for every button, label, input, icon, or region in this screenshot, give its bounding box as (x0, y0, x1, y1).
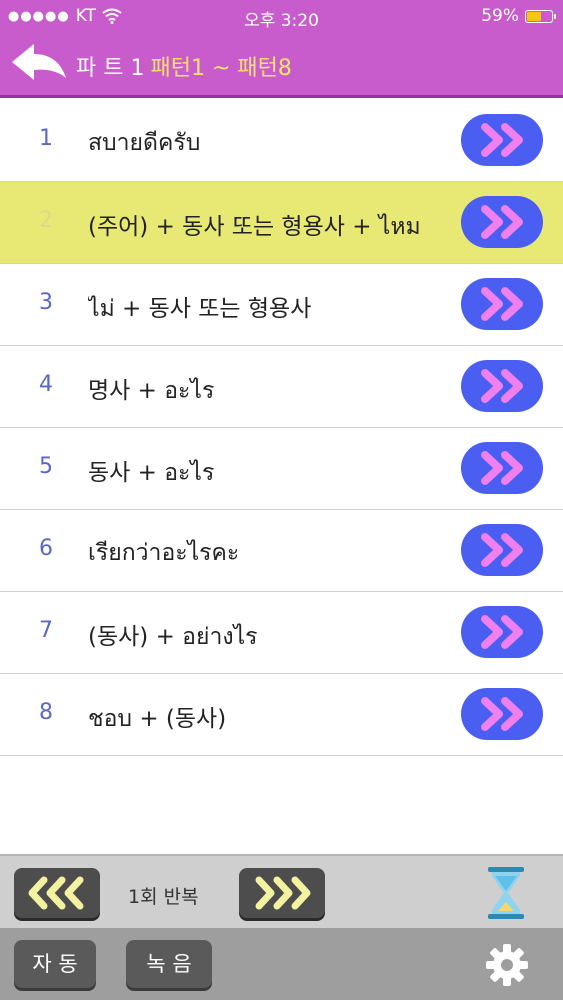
play-pattern-button[interactable] (461, 196, 543, 248)
play-pattern-button[interactable] (461, 606, 543, 658)
play-pattern-button[interactable] (461, 688, 543, 740)
pattern-text: (동사) + อย่างไร (88, 624, 258, 650)
pattern-number: 4 (39, 372, 53, 397)
double-chevron-right-icon (481, 697, 523, 731)
pattern-number: 5 (39, 454, 53, 479)
pattern-row[interactable]: 3 ไม่ + 동사 또는 형용사 (0, 264, 563, 346)
nav-bar: 파 트 1 패턴1 ~ 패턴8 (0, 32, 563, 98)
pattern-number: 1 (39, 126, 53, 151)
settings-button[interactable] (484, 942, 530, 988)
pattern-row[interactable]: 2 (주어) + 동사 또는 형용사 + ไหม (0, 182, 563, 264)
pattern-text: เรียกว่าอะไรคะ (88, 540, 240, 566)
pattern-row[interactable]: 8 ชอบ + (동사) (0, 674, 563, 756)
pattern-row[interactable]: 6 เรียกว่าอะไรคะ (0, 510, 563, 592)
battery-percent: 59% (481, 6, 519, 26)
double-chevron-right-icon (481, 451, 523, 485)
record-button[interactable]: 녹 음 (126, 940, 212, 988)
pattern-row[interactable]: 1 สบายดีครับ (0, 100, 563, 182)
pattern-range-label: 패턴1 ~ 패턴8 (150, 56, 292, 81)
bottom-bar: 자 동 녹 음 (0, 928, 563, 1000)
pattern-number: 6 (39, 536, 53, 561)
battery-icon (525, 9, 556, 23)
pattern-number: 2 (39, 208, 53, 233)
pattern-text: 동사 + อะไร (88, 460, 215, 486)
auto-play-button[interactable]: 자 동 (14, 940, 96, 988)
pattern-text: ไม่ + 동사 또는 형용사 (88, 296, 312, 322)
double-chevron-right-icon (481, 123, 523, 157)
gear-icon (486, 944, 528, 986)
status-right: 59% (481, 6, 556, 26)
pattern-number: 8 (39, 700, 53, 725)
part-label: 파 트 1 (76, 56, 145, 81)
pattern-text: สบายดีครับ (88, 130, 201, 156)
triple-chevron-right-icon (255, 876, 311, 910)
play-pattern-button[interactable] (461, 278, 543, 330)
double-chevron-right-icon (481, 205, 523, 239)
pattern-text: 명사 + อะไร (88, 378, 215, 404)
pattern-row[interactable]: 5 동사 + อะไร (0, 428, 563, 510)
play-pattern-button[interactable] (461, 442, 543, 494)
back-button[interactable] (10, 40, 68, 86)
status-bar: ●●●●● KT 오후 3:20 59% (0, 0, 563, 32)
pattern-text: ชอบ + (동사) (88, 706, 227, 732)
pattern-row[interactable]: 4 명사 + อะไร (0, 346, 563, 428)
pattern-list: 1 สบายดีครับ 2 (주어) + 동사 또는 형용사 + ไหม 3 ไม่ +… (0, 100, 563, 756)
next-button[interactable] (239, 868, 325, 918)
status-time: 오후 3:20 (244, 11, 319, 31)
timer-button[interactable] (486, 866, 526, 920)
play-pattern-button[interactable] (461, 114, 543, 166)
pattern-number: 7 (39, 618, 53, 643)
play-pattern-button[interactable] (461, 360, 543, 412)
pattern-number: 3 (39, 290, 53, 315)
play-pattern-button[interactable] (461, 524, 543, 576)
playback-toolbar: 1회 반복 (0, 854, 563, 928)
triple-chevron-left-icon (28, 876, 84, 910)
double-chevron-right-icon (481, 287, 523, 321)
double-chevron-right-icon (481, 615, 523, 649)
repeat-count-label: 1회 반복 (128, 886, 199, 908)
double-chevron-right-icon (481, 533, 523, 567)
page-title: 파 트 1 패턴1 ~ 패턴8 (76, 50, 292, 82)
double-chevron-right-icon (481, 369, 523, 403)
pattern-text: (주어) + 동사 또는 형용사 + ไหม (88, 214, 421, 240)
battery-fill (527, 11, 541, 21)
pattern-row[interactable]: 7 (동사) + อย่างไร (0, 592, 563, 674)
previous-button[interactable] (14, 868, 100, 918)
hourglass-icon (488, 867, 524, 919)
back-arrow-icon (12, 44, 66, 80)
